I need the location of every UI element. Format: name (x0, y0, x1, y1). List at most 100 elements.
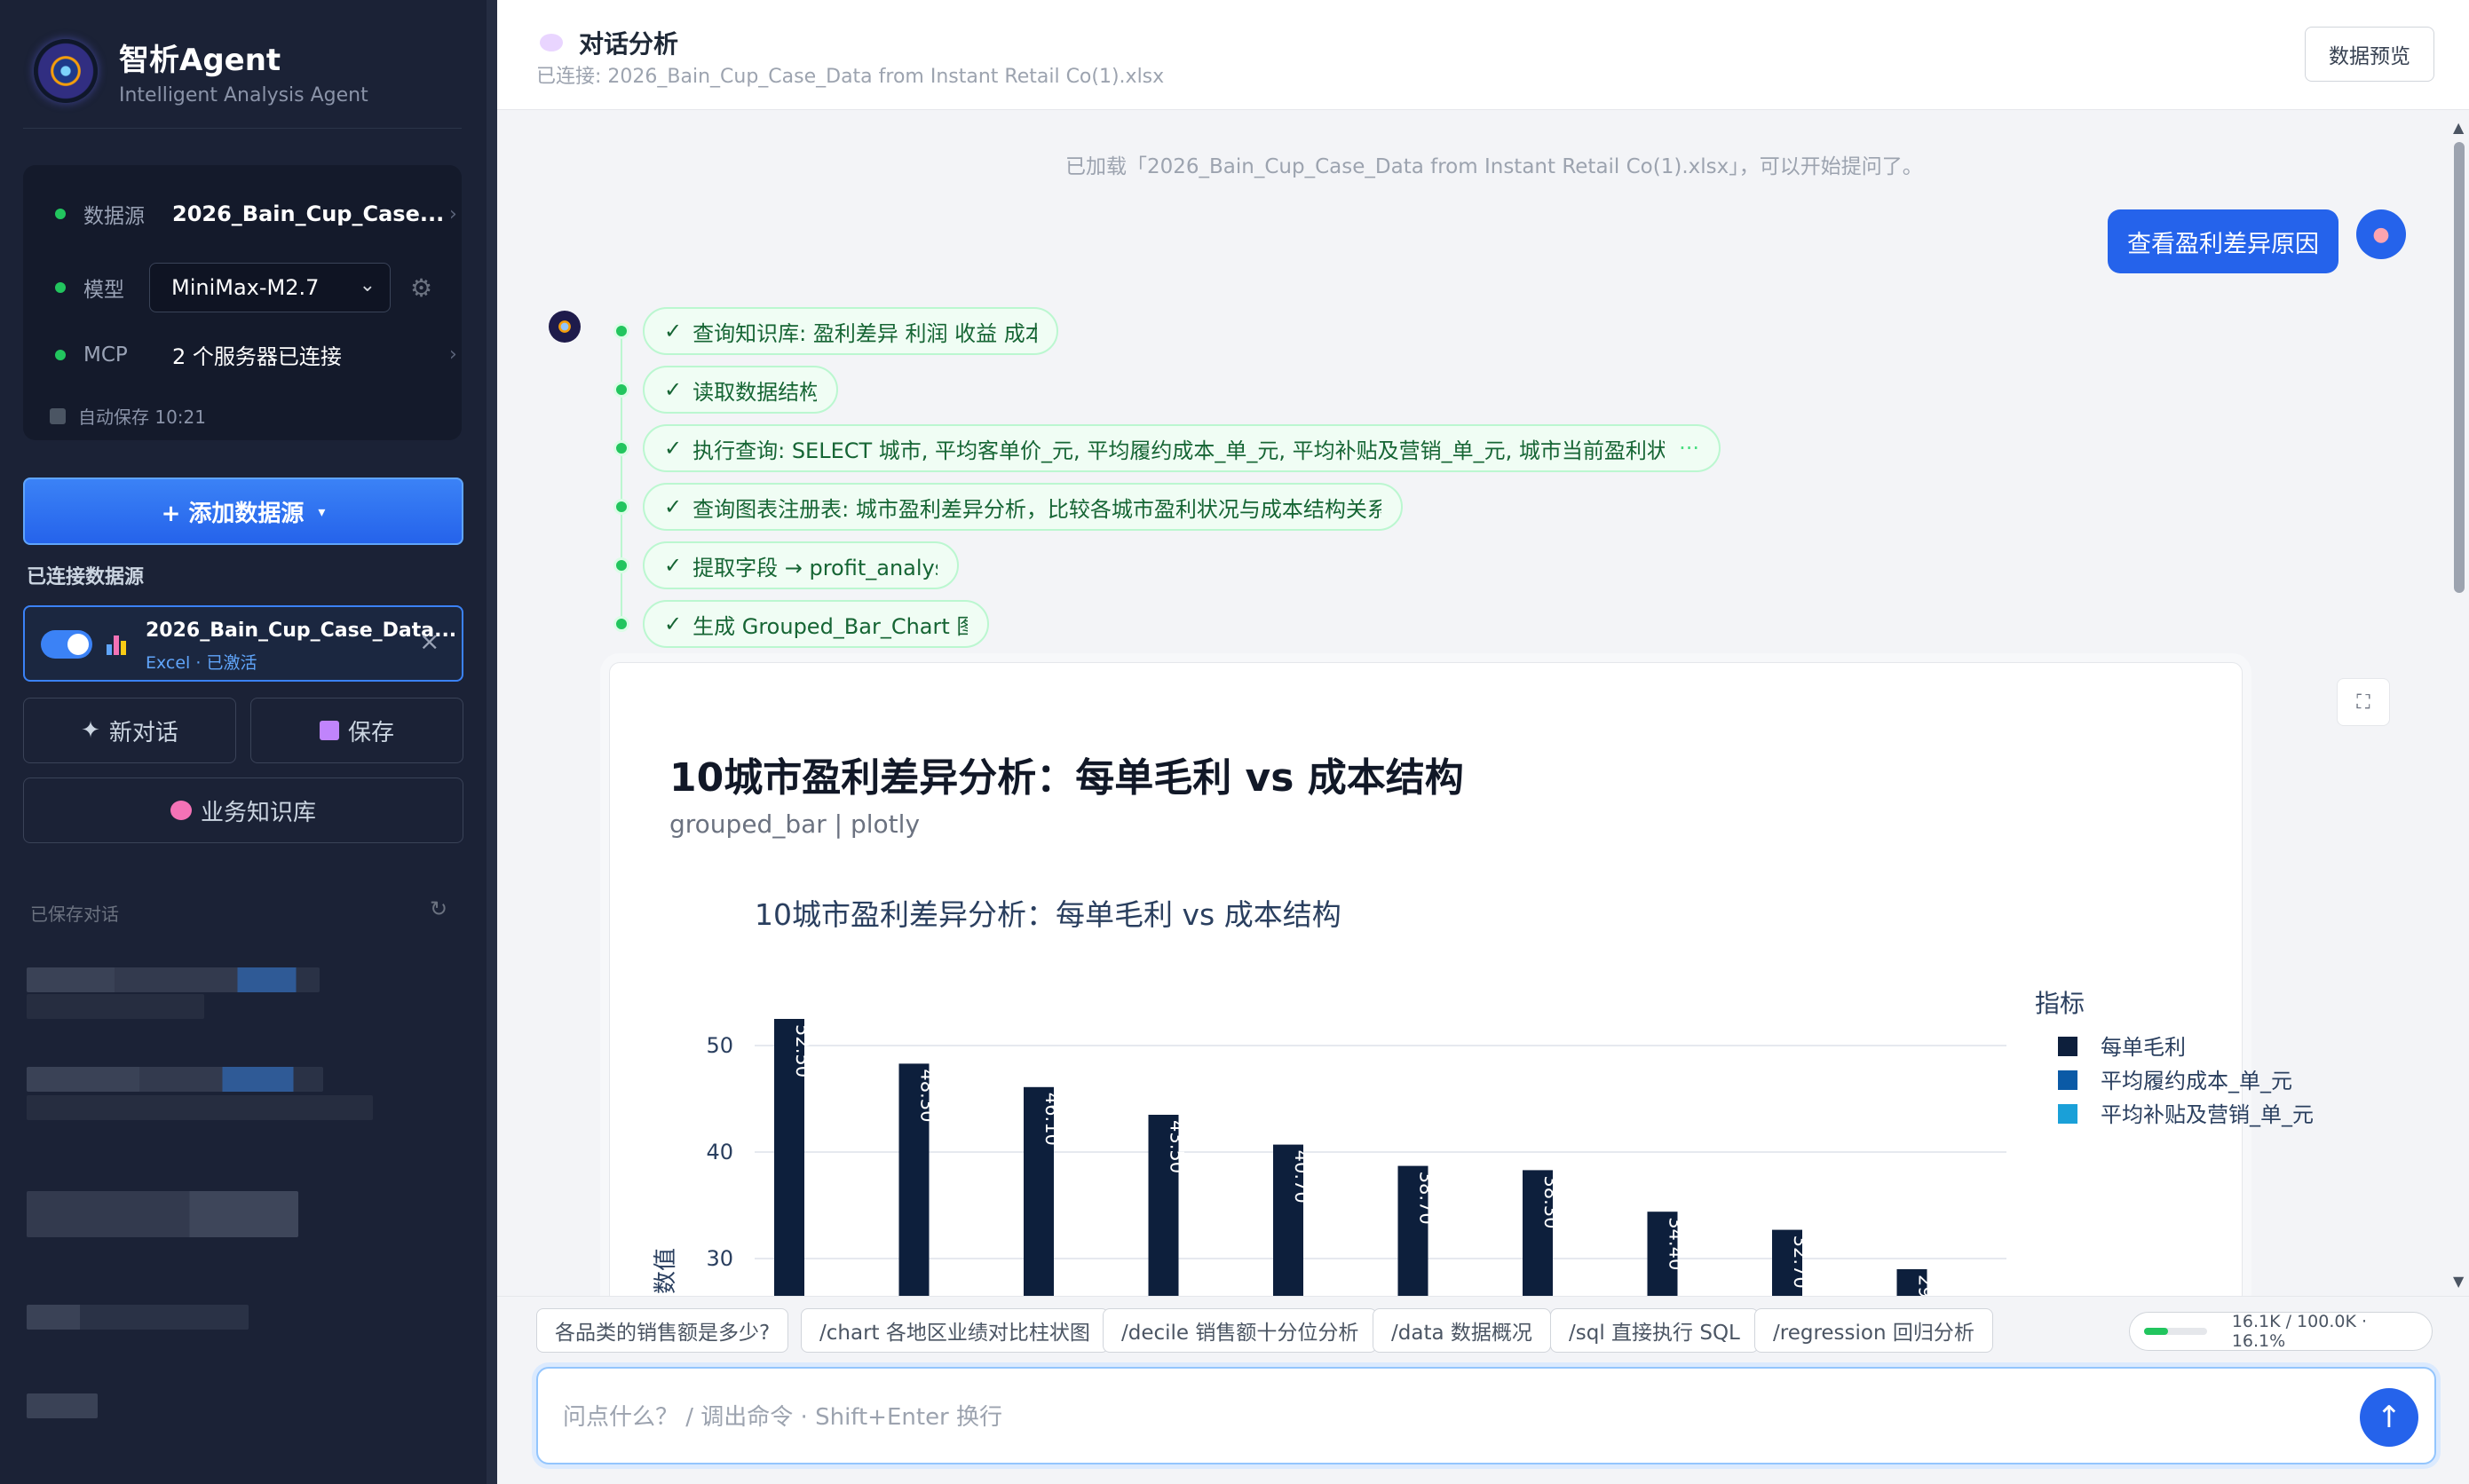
bar-data-label: 43.50 (1167, 1120, 1188, 1173)
legend-title: 指标 (2035, 989, 2085, 1018)
step-status-dot (613, 323, 629, 339)
bar-data-label: 46.10 (1041, 1093, 1063, 1146)
legend-swatch[interactable] (2058, 1104, 2077, 1124)
suggestion-chip[interactable]: 各品类的销售额是多少? (536, 1308, 789, 1353)
suggestion-chip[interactable]: /regression 回归分析 (1754, 1308, 1993, 1353)
tool-step[interactable]: ✓ 提取字段 → profit_analysis (643, 541, 959, 589)
main-header: 对话分析 已连接: 2026_Bain_Cup_Case_Data from I… (497, 0, 2469, 110)
new-chat-button[interactable]: ✦ 新对话 (23, 698, 236, 763)
connected-datasource-item[interactable]: 2026_Bain_Cup_Case_Data... Excel · 已激活 × (23, 605, 463, 682)
saved-chat-item[interactable] (27, 1393, 98, 1418)
model-row: 模型 MiniMax-M2.7 ⌄ ⚙ (55, 263, 432, 312)
tool-step[interactable]: ✓ 读取数据结构 (643, 366, 838, 414)
send-button[interactable]: ↑ (2360, 1388, 2418, 1447)
sidebar-scrollbar[interactable] (487, 0, 497, 1484)
y-tick-label: 30 (706, 1246, 733, 1271)
datasource-value: 2026_Bain_Cup_Case... (172, 201, 445, 226)
scrollbar-thumb[interactable] (2454, 142, 2465, 593)
data-preview-button[interactable]: 数据预览 (2305, 27, 2434, 82)
chat-input-box[interactable] (536, 1367, 2436, 1464)
token-usage-bar (2144, 1328, 2207, 1335)
user-avatar: ● (2356, 209, 2406, 259)
token-usage: 16.1K / 100.0K · 16.1% (2129, 1312, 2433, 1351)
add-datasource-button[interactable]: + 添加数据源 ▾ (23, 478, 463, 545)
tool-step[interactable]: ✓ 执行查询: SELECT 城市, 平均客单价_元, 平均履约成本_单_元, 平… (643, 424, 1721, 472)
chart-card-title: 10城市盈利差异分析：每单毛利 vs 成本结构 (669, 755, 1464, 801)
status-dot-icon (55, 282, 66, 293)
legend-swatch[interactable] (2058, 1070, 2077, 1090)
check-icon: ✓ (664, 319, 683, 343)
bar-data-label: 48.30 (917, 1069, 938, 1122)
suggestion-chip[interactable]: /chart 各地区业绩对比柱状图 (801, 1308, 1109, 1353)
scroll-up-icon[interactable]: ▲ (2453, 119, 2464, 136)
mcp-value: 2 个服务器已连接 (172, 344, 342, 369)
step-status-dot (613, 440, 629, 456)
connection-subtitle: 已连接: 2026_Bain_Cup_Case_Data from Instan… (536, 66, 1165, 88)
suggestion-chip[interactable]: /sql 直接执行 SQL (1550, 1308, 1759, 1353)
close-icon[interactable]: × (419, 627, 439, 656)
chevron-right-icon: › (449, 202, 457, 225)
sparkle-icon: ✦ (81, 717, 100, 744)
step-status-dot (613, 499, 629, 515)
bar-data-label: 40.70 (1291, 1150, 1312, 1204)
check-icon: ✓ (664, 553, 683, 578)
chart-title: 10城市盈利差异分析：每单毛利 vs 成本结构 (755, 897, 1341, 932)
brand: 智析Agent Intelligent Analysis Agent (34, 36, 368, 107)
excel-chart-icon (107, 634, 130, 655)
legend-label[interactable]: 平均履约成本_单_元 (2101, 1069, 2292, 1093)
user-message: 查看盈利差异原因 (2108, 209, 2338, 273)
datasource-status: Excel · 已激活 (146, 653, 257, 673)
suggestion-chip[interactable]: /decile 销售额十分位分析 (1103, 1308, 1378, 1353)
saved-chat-item[interactable] (27, 1067, 323, 1092)
divider (23, 128, 462, 129)
expand-icon[interactable]: ⛶ (2337, 678, 2390, 726)
more-icon[interactable]: ··· (1679, 436, 1699, 461)
chart-bars (774, 1019, 1927, 1296)
model-label: 模型 (83, 279, 124, 302)
autosave-text: 自动保存 10:21 (78, 407, 206, 428)
saved-chat-item[interactable] (27, 967, 320, 992)
add-datasource-label: + 添加数据源 (161, 500, 305, 527)
y-tick-label: 50 (706, 1033, 733, 1058)
chat-input[interactable] (563, 1395, 2250, 1440)
chart-plot: 10城市盈利差异分析：每单毛利 vs 成本结构 30 40 50 52.50 48.3… (653, 897, 2314, 1296)
bar-data-label: 38.70 (1416, 1172, 1437, 1225)
datasource-row[interactable]: 数据源 2026_Bain_Cup_Case... › (55, 199, 457, 229)
main-scrollbar[interactable]: ▲ ▼ (2452, 119, 2466, 1291)
timeline-line (621, 330, 622, 623)
check-icon: ✓ (664, 377, 683, 402)
knowledge-label: 业务知识库 (200, 799, 316, 826)
legend-label[interactable]: 每单毛利 (2101, 1035, 2186, 1060)
save-button[interactable]: 保存 (250, 698, 463, 763)
suggestion-chip[interactable]: /data 数据概况 (1373, 1308, 1551, 1353)
knowledge-base-button[interactable]: 业务知识库 (23, 778, 463, 843)
tool-step[interactable]: ✓ 查询知识库: 盈利差异 利润 收益 成本 (643, 307, 1058, 355)
model-select[interactable]: MiniMax-M2.7 ⌄ (149, 263, 391, 312)
datasource-toggle[interactable] (41, 630, 92, 659)
system-message: 已加载「2026_Bain_Cup_Case_Data from Instant… (1065, 155, 1923, 178)
page-title: 对话分析 (540, 25, 678, 60)
scroll-down-icon[interactable]: ▼ (2453, 1273, 2464, 1290)
tool-step[interactable]: ✓ 查询图表注册表: 城市盈利差异分析，比较各城市盈利状况与成本结构关系 (643, 483, 1403, 531)
saved-chats-header: 已保存对话 (30, 904, 119, 925)
saved-chat-item[interactable] (27, 1191, 298, 1237)
connected-header: 已连接数据源 (27, 566, 145, 588)
refresh-icon[interactable]: ↻ (430, 896, 447, 921)
app-name: 智析Agent (119, 43, 281, 78)
saved-chat-item[interactable] (27, 994, 204, 1019)
saved-chat-item[interactable] (27, 1095, 373, 1120)
brand-logo-icon (34, 39, 98, 103)
legend-label[interactable]: 平均补贴及营销_单_元 (2101, 1102, 2314, 1127)
tool-step[interactable]: ✓ 生成 Grouped_Bar_Chart 图表 (643, 600, 989, 648)
saved-chat-item[interactable] (27, 1305, 249, 1330)
legend-swatch[interactable] (2058, 1037, 2077, 1056)
page-title-text: 对话分析 (579, 29, 679, 59)
mcp-row[interactable]: MCP 2 个服务器已连接 › (55, 339, 457, 370)
floppy-icon (319, 721, 339, 740)
tool-step-label: 执行查询: SELECT 城市, 平均客单价_元, 平均履约成本_单_元, 平均… (692, 438, 1666, 463)
bar-data-label: 32.70 (1790, 1235, 1811, 1289)
arrow-up-icon: ↑ (2376, 1400, 2402, 1435)
chart-gridlines (755, 1045, 2006, 1259)
token-usage-text: 16.1K / 100.0K · 16.1% (2231, 1312, 2367, 1351)
gear-icon[interactable]: ⚙ (410, 273, 432, 303)
